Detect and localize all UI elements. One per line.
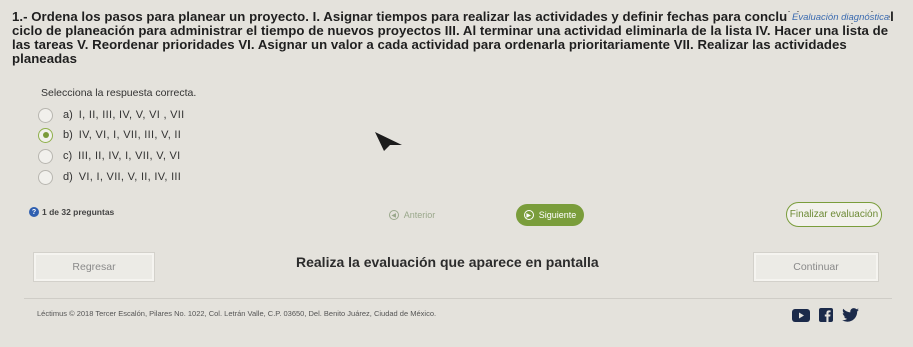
status-message: Realiza la evaluación que aparece en pan… bbox=[296, 254, 599, 270]
radio-dot bbox=[42, 132, 49, 138]
option-b[interactable]: b) IV, VI, I, VII, III, V, II bbox=[38, 126, 338, 144]
instruction-text: Selecciona la respuesta correcta. bbox=[41, 87, 197, 99]
radio-button[interactable] bbox=[38, 148, 53, 164]
option-text: VI, I, VII, V, II, IV, III bbox=[78, 171, 182, 183]
radio-button[interactable] bbox=[38, 107, 53, 123]
progress-text: 1 de 32 preguntas bbox=[42, 207, 115, 217]
mouse-cursor-icon bbox=[375, 132, 402, 151]
option-a[interactable]: a) I, II, III, IV, V, VI , VII bbox=[38, 106, 338, 124]
footer-copyright: Léctimus © 2018 Tercer Escalón, Pilares … bbox=[37, 309, 437, 318]
info-icon: ? bbox=[29, 207, 39, 217]
next-label: Siguiente bbox=[538, 210, 577, 220]
option-text: IV, VI, I, VII, III, V, II bbox=[78, 129, 182, 141]
option-letter: c) bbox=[63, 150, 73, 162]
option-letter: b) bbox=[63, 129, 73, 141]
option-c[interactable]: c) III, II, IV, I, VII, V, VI bbox=[38, 147, 338, 165]
twitter-icon[interactable] bbox=[842, 308, 859, 322]
option-letter: a) bbox=[63, 109, 73, 121]
previous-button[interactable]: ◀ Anterior bbox=[382, 204, 442, 226]
radio-button-selected[interactable] bbox=[38, 127, 53, 143]
arrow-left-icon: ◀ bbox=[388, 210, 399, 220]
next-button[interactable]: ▶ Siguiente bbox=[516, 204, 584, 226]
evaluation-badge: Evaluación diagnóstica bbox=[788, 12, 890, 23]
arrow-right-icon: ▶ bbox=[523, 210, 534, 220]
facebook-icon[interactable] bbox=[819, 308, 833, 322]
option-letter: d) bbox=[63, 171, 73, 183]
footer-divider bbox=[24, 298, 892, 299]
youtube-icon[interactable] bbox=[792, 308, 810, 322]
continue-button[interactable]: Continuar bbox=[754, 253, 878, 281]
previous-label: Anterior bbox=[403, 210, 436, 220]
finish-evaluation-button[interactable]: Finalizar evaluación bbox=[786, 202, 882, 227]
option-d[interactable]: d) VI, I, VII, V, II, IV, III bbox=[38, 168, 338, 186]
back-button[interactable]: Regresar bbox=[34, 253, 154, 281]
question-text: 1.- Ordena los pasos para planear un pro… bbox=[12, 10, 902, 66]
radio-button[interactable] bbox=[38, 169, 53, 185]
question-progress: ? 1 de 32 preguntas bbox=[29, 207, 114, 217]
option-text: I, II, III, IV, V, VI , VII bbox=[78, 109, 185, 121]
option-text: III, II, IV, I, VII, V, VI bbox=[78, 150, 181, 162]
social-links bbox=[792, 308, 859, 322]
question-body: 1.- Ordena los pasos para planear un pro… bbox=[12, 9, 894, 66]
